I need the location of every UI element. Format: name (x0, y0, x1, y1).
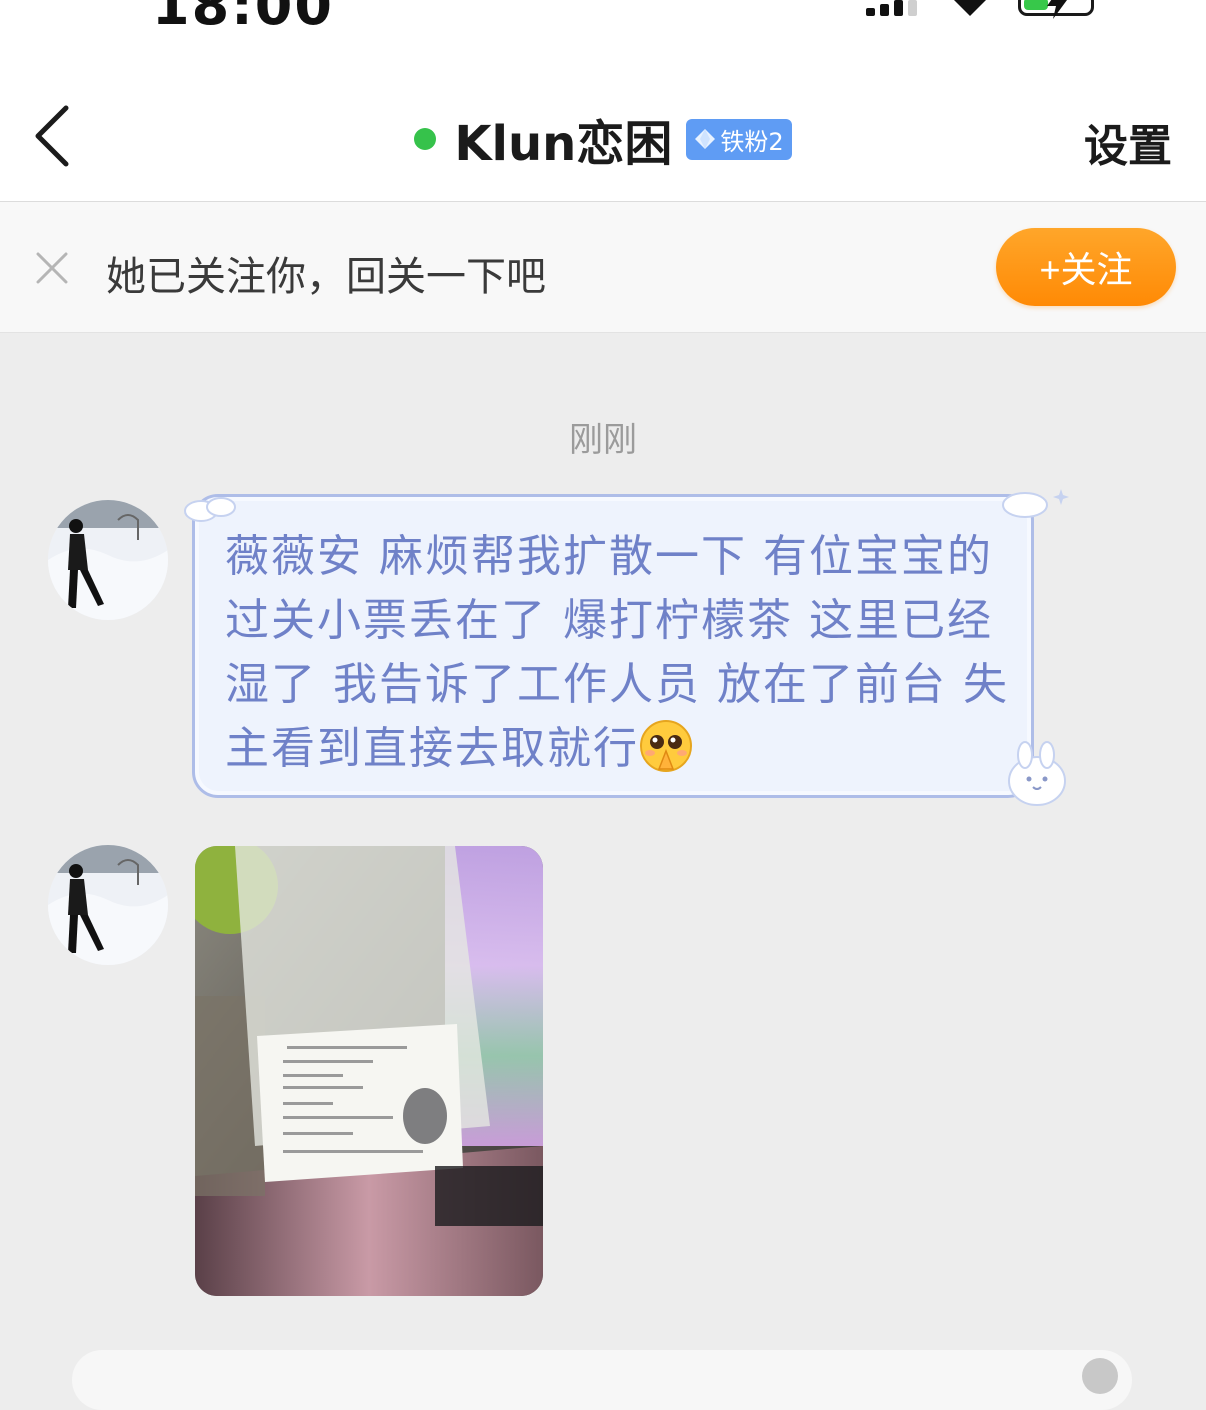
fan-badge: 铁粉2 (686, 118, 792, 160)
message-bubble[interactable]: 薇薇安 麻烦帮我扩散一下 有位宝宝的过关小票丢在了 爆打柠檬茶 这里已经湿了 我… (184, 489, 1069, 806)
close-icon[interactable] (36, 252, 68, 284)
follow-back-banner: 她已关注你，回关一下吧 +关注 (0, 202, 1206, 333)
status-time: 18:00 (152, 0, 334, 37)
chat-title-area[interactable]: Klun恋困 铁粉2 (0, 104, 1206, 172)
follow-button[interactable]: +关注 (996, 228, 1176, 306)
settings-button[interactable]: 设置 (1084, 110, 1172, 174)
message-input-bar[interactable] (72, 1350, 1132, 1410)
cloud-decoration-icon (1002, 489, 1069, 518)
online-status-dot (414, 128, 437, 150)
wifi-icon (954, 0, 986, 16)
fan-badge-label: 铁粉2 (720, 127, 784, 156)
ticket-photo-icon (195, 846, 543, 1296)
message-image[interactable] (195, 846, 543, 1296)
bunny-sticker-icon (1008, 741, 1066, 806)
cloud-decoration-icon (184, 497, 236, 522)
diamond-icon (695, 129, 716, 149)
chat-title: Klun恋困 (454, 116, 673, 172)
chat-header: Klun恋困 铁粉2 设置 (0, 70, 1206, 202)
follow-back-text: 她已关注你，回关一下吧 (106, 254, 546, 300)
battery-icon (1018, 0, 1094, 19)
sender-avatar[interactable] (48, 500, 168, 620)
message-timestamp: 刚刚 (569, 420, 637, 460)
pleading-face-icon (640, 720, 692, 772)
status-bar: 18:00 (0, 0, 1206, 70)
clear-icon[interactable] (1082, 1358, 1118, 1394)
message-text: 薇薇安 麻烦帮我扩散一下 有位宝宝的过关小票丢在了 爆打柠檬茶 这里已经湿了 我… (225, 531, 1009, 774)
sender-avatar[interactable] (48, 845, 168, 965)
